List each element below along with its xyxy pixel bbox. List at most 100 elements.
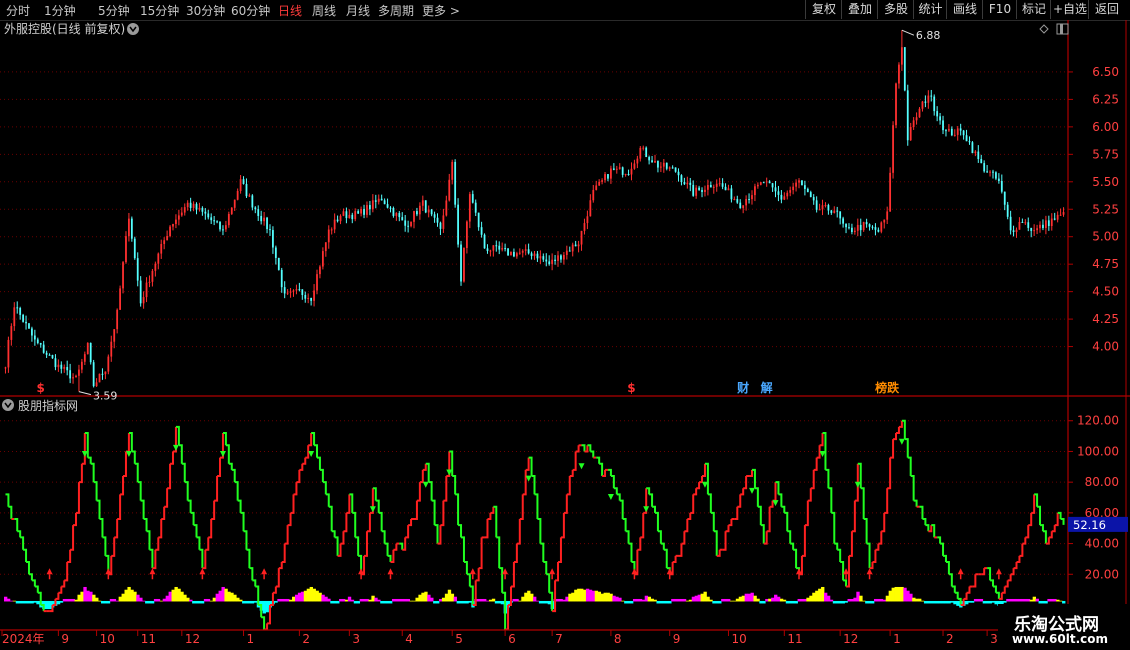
period-monthly[interactable]: 月线 [346,2,370,19]
oscillator-segment [478,537,483,570]
oscillator-segment [61,580,66,588]
histogram-bar [242,600,246,604]
candle-body [298,289,301,291]
histogram-bar [386,600,390,604]
oscillator-segment [513,543,518,563]
candle-body [492,245,495,251]
f10-button[interactable]: F10 [982,0,1017,19]
candle-body [551,259,554,265]
histogram-bar [430,597,434,602]
oscillator-segment [343,512,348,533]
histogram-bar [850,598,854,602]
histogram-bar [4,596,8,602]
candle-body [430,209,433,215]
histogram-bar [724,598,728,602]
candle-body [756,184,759,187]
histogram-bar [712,600,716,604]
candle-body [274,247,277,258]
grid-lines [0,71,1068,575]
histogram-bar [356,600,361,604]
stock-title: 外服控股(日线 前复权) [4,21,125,36]
period-1min[interactable]: 1分钟 [44,2,76,19]
period-daily[interactable]: 日线 [278,2,302,19]
candle-body [1000,181,1003,192]
candle-body [148,281,151,283]
oscillator-segment [992,585,997,593]
candle-body [360,208,362,214]
indicator-dropdown-icon[interactable] [2,399,14,411]
title-dropdown-icon[interactable] [127,23,139,35]
oscillator-segment [790,542,795,550]
oscillator-segment [1001,586,1006,594]
statistics-button[interactable]: 统计 [913,0,947,19]
histogram-bar [970,600,975,603]
period-5min[interactable]: 5分钟 [98,2,130,19]
draw-line-button[interactable]: 画线 [946,0,983,19]
histogram-bar [145,600,149,604]
oscillator-segment [863,518,868,544]
histogram-bar [224,588,228,602]
candle-body [639,147,642,159]
diamond-icon[interactable] [1039,24,1049,34]
oscillator-segment [848,531,853,557]
candle-body [1056,214,1059,220]
histogram-bar [753,595,757,602]
oscillator-segment [208,519,213,539]
histogram-bar [18,600,23,604]
histogram-bar [436,600,440,604]
oscillator-segment [625,530,630,544]
oscillator-segment [760,524,765,544]
back-button[interactable]: 返回 [1088,0,1125,19]
candle-body [177,215,180,220]
candle-body [154,263,157,271]
histogram-bar [1059,600,1063,602]
oscillator-segment [408,519,413,527]
candle-body [530,253,533,256]
oscillator-segment [843,579,848,587]
candle-body [692,184,695,196]
candle-body [204,211,207,214]
period-15min[interactable]: 15分钟 [140,2,179,19]
period-intraday[interactable]: 分时 [6,2,30,19]
histogram-bar [391,598,396,602]
histogram-bar [480,598,484,602]
panel-restore-icon-bar [1060,24,1063,34]
candle-body [892,125,894,173]
candle-body [827,205,830,211]
oscillator-segment [228,462,233,470]
adjust-button[interactable]: 复权 [805,0,842,19]
histogram-bar [112,598,117,602]
candle-body [327,229,330,243]
histogram-bar [774,594,778,602]
histogram-bar [312,588,316,602]
histogram-bar [565,596,569,602]
overlay-button[interactable]: 叠加 [841,0,878,19]
period-30min[interactable]: 30分钟 [186,2,225,19]
histogram-bar [483,598,487,602]
oscillator-segment [546,573,551,593]
buy-arrow [957,568,964,575]
candle-body [25,321,27,324]
histogram-bar [497,600,502,604]
period-weekly[interactable]: 周线 [312,2,336,19]
oscillator-segment [628,542,633,562]
period-more[interactable]: 更多 > [422,2,460,19]
histogram-bar [115,600,120,602]
period-multi[interactable]: 多周期 [378,2,414,19]
mark-button[interactable]: 标记 [1016,0,1051,19]
oscillator-segment [1019,543,1024,557]
add-watchlist-button[interactable]: +自选 [1050,0,1089,19]
oscillator-segment [246,548,251,569]
oscillator-segment [275,568,280,588]
oscillator-segment [699,476,704,484]
histogram-bar [823,592,828,602]
chart-area[interactable]: 4.00 4.25 4.50 4.75 5.00 5.25 5.50 5.75 6.00 6.25… [0,20,1130,650]
date-label: 9 [673,632,681,646]
histogram-bar [441,597,446,602]
histogram-bar [344,599,349,602]
candle-body [313,290,315,301]
histogram-bar [206,598,211,602]
histogram-bar [133,591,137,602]
period-60min[interactable]: 60分钟 [231,2,270,19]
multi-stock-button[interactable]: 多股 [877,0,914,19]
